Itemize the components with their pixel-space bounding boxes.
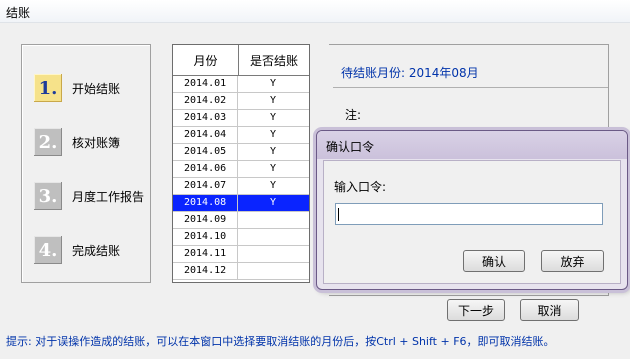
dialog-title: 确认口令	[326, 140, 375, 154]
closed-cell	[238, 212, 308, 228]
step-label: 开始结账	[72, 81, 121, 96]
window-title: 结账	[6, 6, 31, 20]
month-cell: 2014.10	[173, 229, 238, 245]
cancel-button[interactable]: 取消	[520, 299, 579, 321]
table-row[interactable]: 2014.06 Y	[173, 161, 309, 178]
step-4-icon: 4.	[34, 236, 62, 264]
step-check-ledgers: 2. 核对账簿	[34, 127, 120, 157]
closed-cell: Y	[269, 95, 277, 106]
steps-panel: 1. 开始结账 2. 核对账簿 3. 月度工作报告 4. 完成结账	[21, 44, 151, 283]
month-cell: 2014.04	[173, 127, 238, 143]
step-1-icon: 1.	[34, 74, 62, 102]
step-start-closing: 1. 开始结账	[34, 73, 120, 103]
closed-cell	[238, 263, 308, 279]
step-3-icon: 3.	[34, 182, 62, 210]
closed-cell	[238, 246, 308, 262]
closed-cell: Y	[269, 163, 277, 174]
closed-cell	[238, 229, 308, 245]
password-dialog: 确认口令 输入口令: 确认 放弃	[316, 130, 628, 290]
month-cell: 2014.07	[173, 178, 238, 194]
step-2-icon: 2.	[34, 128, 62, 156]
month-cell: 2014.05	[173, 144, 238, 160]
dialog-body: 输入口令: 确认 放弃	[323, 160, 621, 284]
table-row[interactable]: 2014.02 Y	[173, 93, 309, 110]
month-cell: 2014.01	[173, 76, 238, 92]
next-step-button[interactable]: 下一步	[447, 299, 505, 321]
divider	[333, 87, 608, 88]
month-cell: 2014.03	[173, 110, 238, 126]
month-cell: 2014.12	[173, 263, 238, 279]
table-row[interactable]: 2014.10	[173, 229, 309, 246]
table-row[interactable]: 2014.04 Y	[173, 127, 309, 144]
abandon-button[interactable]: 放弃	[541, 250, 604, 272]
closed-cell: Y	[269, 180, 277, 191]
password-input[interactable]	[335, 203, 603, 225]
month-cell: 2014.06	[173, 161, 238, 177]
table-row[interactable]: 2014.05 Y	[173, 144, 309, 161]
month-cell: 2014.02	[173, 93, 238, 109]
table-row[interactable]: 2014.01 Y	[173, 76, 309, 93]
note-label: 注:	[345, 108, 362, 122]
table-row[interactable]: 2014.12	[173, 263, 309, 280]
step-label: 核对账簿	[72, 135, 121, 150]
month-table: 月份 是否结账 2014.01 Y 2014.02 Y 2014.03 Y 2014.…	[172, 44, 310, 283]
step-label: 月度工作报告	[72, 189, 145, 204]
password-prompt-label: 输入口令:	[334, 180, 387, 194]
month-cell: 2014.11	[173, 246, 238, 262]
table-row[interactable]: 2014.03 Y	[173, 110, 309, 127]
step-finish-closing: 4. 完成结账	[34, 235, 120, 265]
table-row[interactable]: 2014.07 Y	[173, 178, 309, 195]
table-row[interactable]: 2014.11	[173, 246, 309, 263]
month-cell: 2014.09	[173, 212, 238, 228]
step-monthly-report: 3. 月度工作报告	[34, 181, 144, 211]
table-row-selected[interactable]: 2014.08 Y	[173, 195, 309, 212]
confirm-button[interactable]: 确认	[463, 250, 525, 272]
closed-cell: Y	[269, 146, 277, 157]
step-label: 完成结账	[72, 243, 121, 258]
window-titlebar: 结账	[0, 0, 630, 23]
table-header: 月份 是否结账	[173, 45, 309, 76]
column-header-month[interactable]: 月份	[173, 45, 239, 75]
closed-cell: Y	[269, 197, 277, 208]
month-cell: 2014.08	[173, 195, 238, 211]
hint-text: 提示: 对于误操作造成的结账，可以在本窗口中选择要取消结账的月份后，按Ctrl …	[6, 335, 555, 348]
closed-cell: Y	[269, 78, 277, 89]
table-row[interactable]: 2014.09	[173, 212, 309, 229]
closed-cell: Y	[269, 112, 277, 123]
text-caret	[338, 208, 339, 221]
dialog-titlebar[interactable]: 确认口令	[317, 131, 627, 159]
closed-cell: Y	[269, 129, 277, 140]
pending-month-label: 待结账月份: 2014年08月	[341, 66, 479, 80]
column-header-closed[interactable]: 是否结账	[239, 45, 309, 75]
